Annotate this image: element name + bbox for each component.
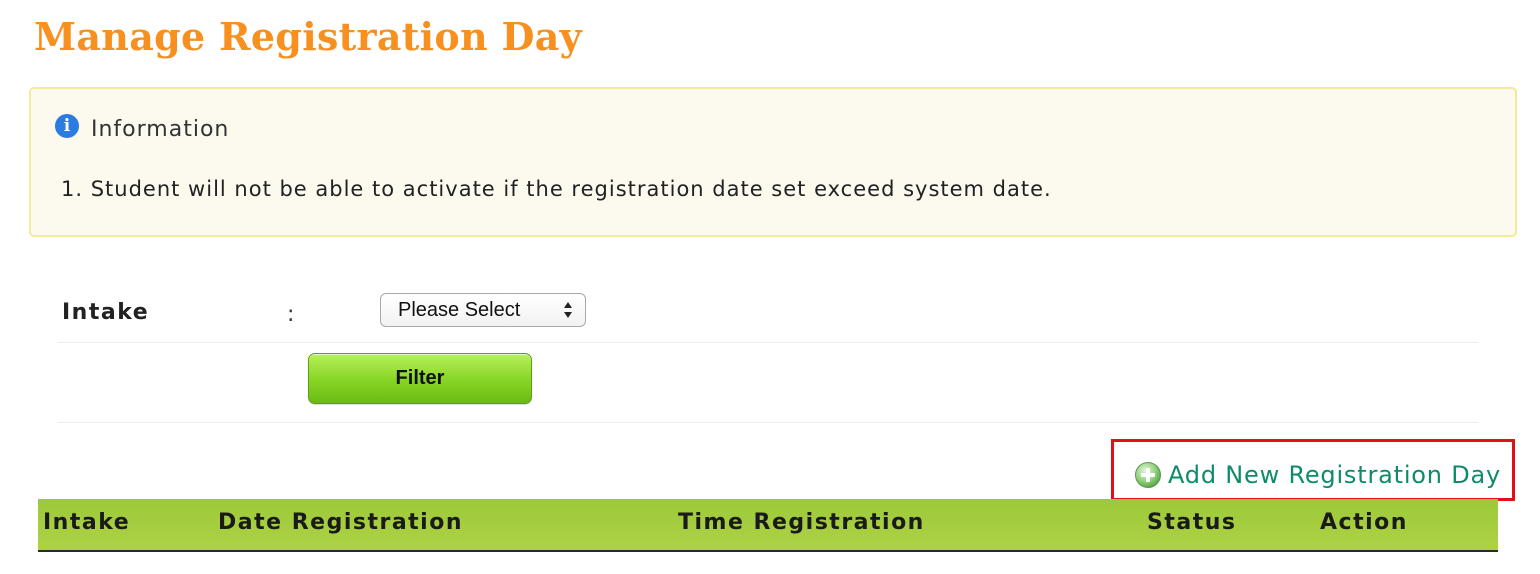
add-new-registration-day-link[interactable]: Add New Registration Day	[1134, 461, 1501, 489]
manage-registration-day-page: Manage Registration Day i Information 1.…	[0, 0, 1540, 574]
page-title: Manage Registration Day	[34, 14, 583, 59]
intake-filter-row: Intake : Please Select	[58, 265, 1478, 343]
info-icon: i	[55, 114, 79, 138]
column-header-date-registration: Date Registration	[218, 510, 463, 535]
add-circle-icon	[1135, 462, 1161, 488]
intake-label: Intake	[62, 300, 150, 325]
add-link-label: Add New Registration Day	[1168, 461, 1502, 489]
filter-button[interactable]: Filter	[308, 353, 532, 404]
information-panel: i Information 1. Student will not be abl…	[29, 87, 1517, 237]
add-link-highlight: Add New Registration Day	[1111, 439, 1515, 501]
intake-select-value: Please Select	[398, 299, 521, 321]
column-header-intake: Intake	[43, 510, 131, 535]
table-header: Intake Date Registration Time Registrati…	[38, 499, 1498, 552]
select-arrows-icon	[564, 302, 572, 318]
column-header-action: Action	[1320, 510, 1408, 535]
column-header-time-registration: Time Registration	[678, 510, 925, 535]
intake-select[interactable]: Please Select	[380, 293, 586, 327]
information-heading: Information	[91, 117, 230, 142]
information-item: 1. Student will not be able to activate …	[61, 177, 1052, 201]
column-header-status: Status	[1147, 510, 1237, 535]
label-separator: :	[287, 302, 295, 327]
filter-button-row: Filter	[58, 343, 1478, 423]
